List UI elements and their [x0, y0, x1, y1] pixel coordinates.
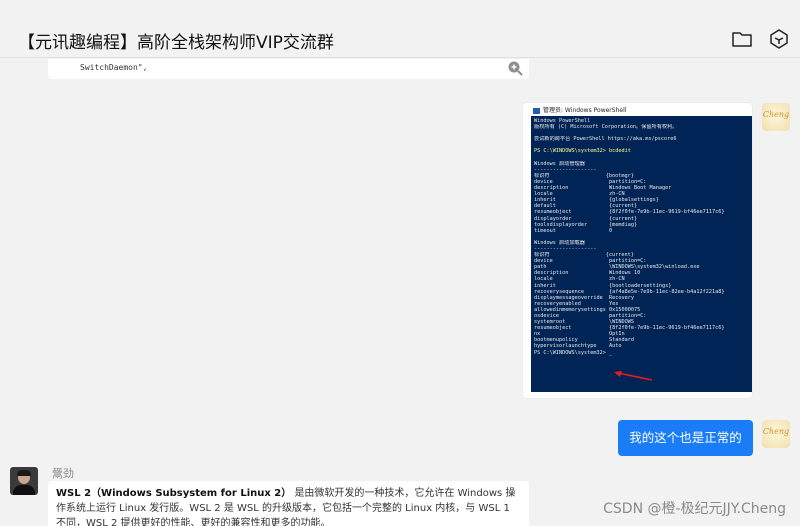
reply-message[interactable]: WSL 2（Windows Subsystem for Linux 2） 是由微…: [48, 481, 529, 526]
console-line: recoverysequence {af4a8e5e-7e9b-11ec-82e…: [534, 288, 725, 295]
powershell-window-title: 管理员: Windows PowerShell: [543, 107, 627, 114]
my-avatar[interactable]: Cheng: [762, 103, 790, 131]
folder-icon[interactable]: [731, 28, 753, 50]
code-snippet-message[interactable]: SwitchDaemon",: [48, 59, 529, 79]
chat-header: 【元讯趣编程】高阶全栈架构师VIP交流群: [0, 0, 800, 58]
sender-name: 鬶劲: [52, 467, 74, 480]
my-avatar[interactable]: Cheng: [762, 420, 790, 448]
snippet-text: SwitchDaemon",: [80, 63, 148, 72]
group-title: 【元讯趣编程】高阶全栈架构师VIP交流群: [18, 33, 334, 53]
zoom-in-icon[interactable]: [507, 60, 523, 76]
sender-avatar[interactable]: [10, 467, 38, 495]
csdn-watermark: CSDN @橙-极纪元JJY.Cheng: [603, 501, 786, 517]
avatar-text: Cheng: [762, 427, 790, 436]
console-line: PS C:\WINDOWS\system32> _: [534, 349, 613, 356]
message-list[interactable]: SwitchDaemon", Cheng 管理员: Windows PowerS…: [0, 59, 800, 526]
image-message[interactable]: 管理员: Windows PowerShell Windows PowerShe…: [523, 103, 752, 398]
text-message[interactable]: 我的这个也是正常的: [618, 420, 753, 456]
gift-icon[interactable]: [768, 28, 790, 50]
reply-bold-term: WSL 2（Windows Subsystem for Linux 2）: [56, 488, 292, 499]
red-arrow-annotation: [614, 371, 653, 381]
powershell-console: Windows PowerShell 版权所有 (C) Microsoft Cor…: [531, 116, 752, 392]
powershell-icon: [533, 108, 540, 114]
powershell-titlebar: 管理员: Windows PowerShell: [531, 106, 752, 116]
console-line: resumeobject {8f2f0fe-7e9b-11ec-9619-bf4…: [534, 209, 725, 216]
avatar-text: Cheng: [762, 110, 790, 119]
